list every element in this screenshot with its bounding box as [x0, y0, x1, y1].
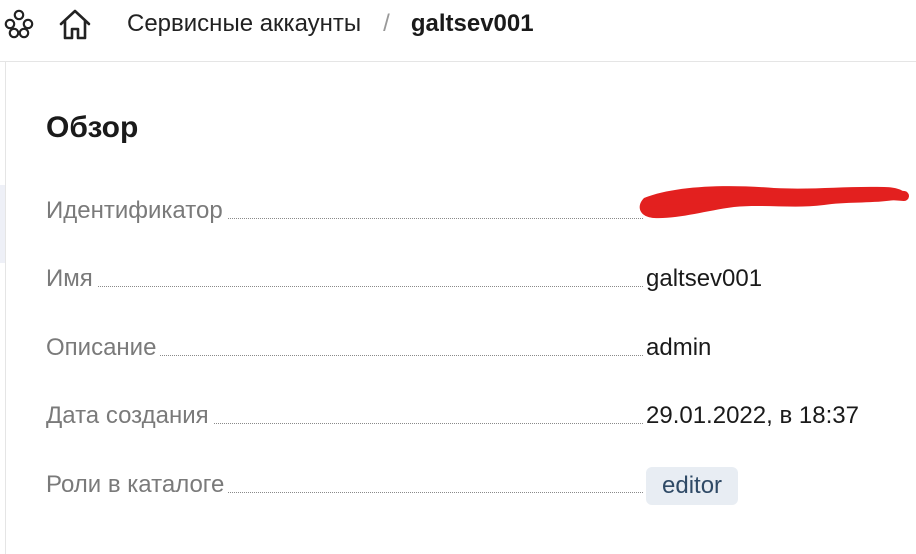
- breadcrumb-service-accounts[interactable]: Сервисные аккаунты: [127, 10, 361, 38]
- home-icon[interactable]: [57, 6, 93, 42]
- left-rail: [0, 62, 6, 554]
- value-name: galtsev001: [646, 265, 763, 292]
- redaction-scribble: [639, 186, 909, 219]
- label-folder-roles: Роли в каталоге: [46, 467, 229, 503]
- top-bar: Сервисные аккаунты / galtsev001: [0, 0, 916, 62]
- value-description: admin: [646, 334, 712, 361]
- left-rail-active-item[interactable]: [0, 185, 5, 263]
- value-created-at: 29.01.2022, в 18:37: [646, 402, 859, 429]
- row-identifier: Идентификатор: [46, 186, 909, 229]
- row-name: Имя galtsev001: [46, 261, 906, 297]
- services-icon[interactable]: [2, 7, 36, 41]
- section-title: Обзор: [46, 111, 139, 144]
- breadcrumb-separator: /: [383, 10, 390, 37]
- label-created-at: Дата создания: [46, 398, 213, 434]
- label-name: Имя: [46, 261, 97, 297]
- row-folder-roles: Роли в каталоге editor: [46, 467, 906, 505]
- row-description: Описание admin: [46, 330, 906, 366]
- breadcrumb-current: galtsev001: [410, 10, 534, 37]
- row-created-at: Дата создания 29.01.2022, в 18:37: [46, 398, 906, 434]
- breadcrumb: Сервисные аккаунты / galtsev001: [127, 8, 534, 40]
- role-badge[interactable]: editor: [646, 467, 739, 505]
- label-identifier: Идентификатор: [46, 193, 227, 229]
- leader-dots: [46, 286, 643, 287]
- label-description: Описание: [46, 330, 161, 366]
